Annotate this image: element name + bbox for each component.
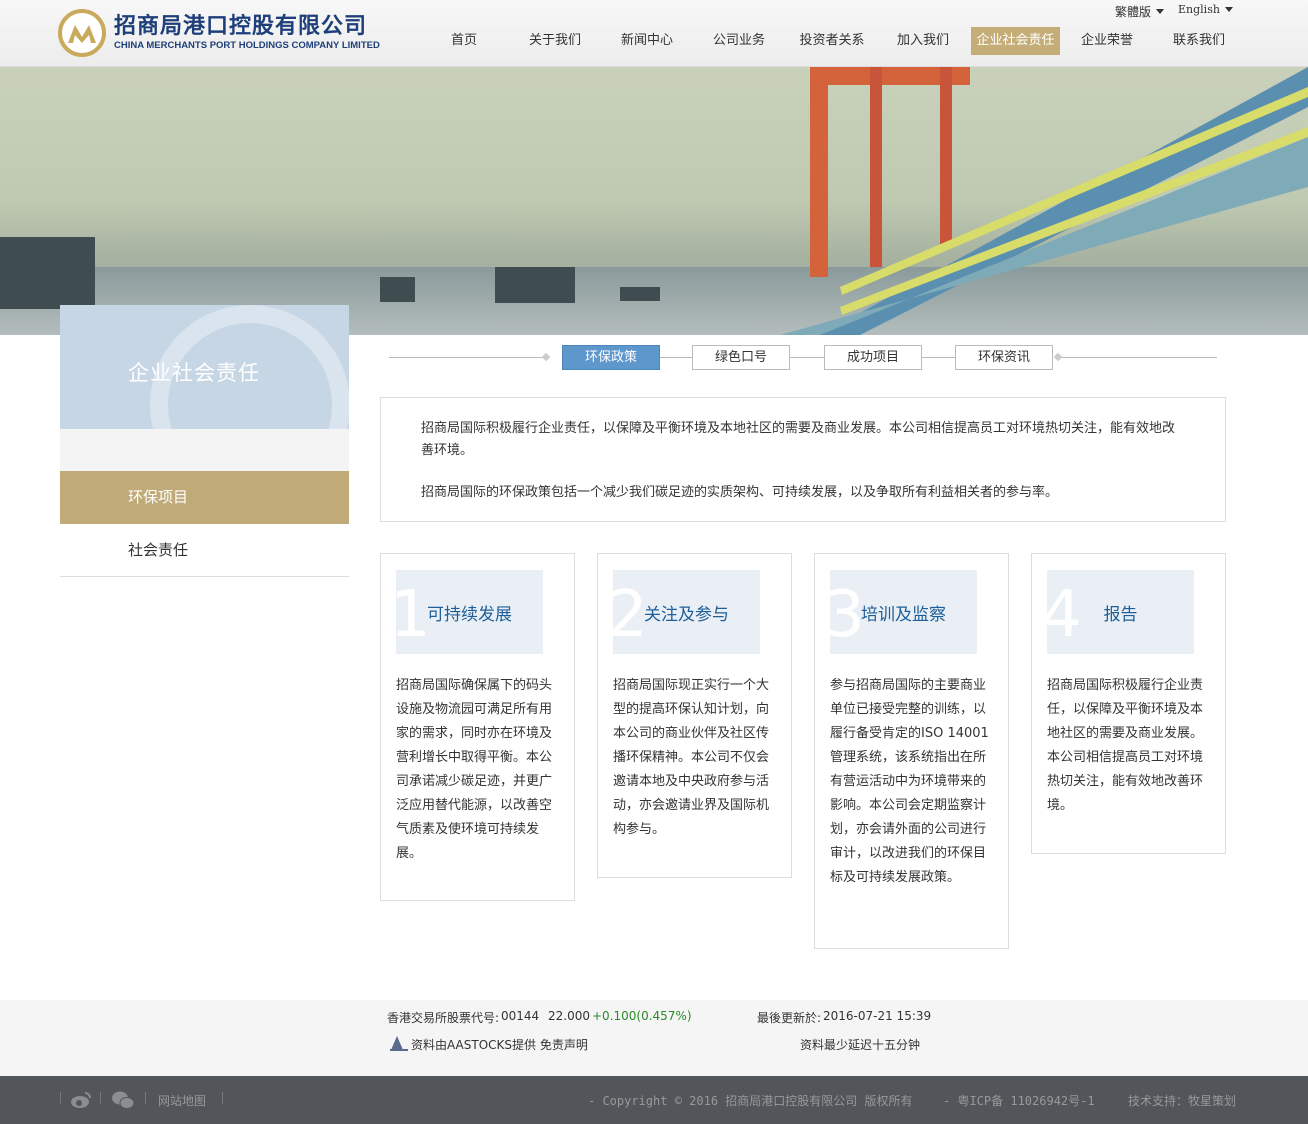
site-header: 招商局港口控股有限公司 CHINA MERCHANTS PORT HOLDING… — [0, 0, 1308, 67]
footer-divider — [60, 1092, 61, 1104]
nav-home[interactable]: 首页 — [436, 27, 492, 55]
card-body: 参与招商局国际的主要商业单位已接受完整的训练，以履行备受肯定的ISO 14001… — [830, 678, 989, 885]
card-training: 3 培训及监察 参与招商局国际的主要商业单位已接受完整的训练，以履行备受肯定的I… — [814, 553, 1009, 949]
lang-traditional-link[interactable]: 繁體版 — [1115, 3, 1165, 20]
nav-news[interactable]: 新闻中心 — [614, 27, 680, 55]
card-header: 4 报告 — [1047, 570, 1194, 654]
tab-divider — [660, 357, 692, 358]
nav-csr[interactable]: 企业社会责任 — [971, 27, 1060, 55]
banner-crane-rail — [780, 67, 1308, 335]
card-sustainability: 1 可持续发展 招商局国际确保属下的码头设施及物流园可满足所有用家的需求，同时亦… — [380, 553, 575, 901]
banner-building — [0, 237, 95, 309]
icp-record[interactable]: - 粤ICP备 11026942号-1 — [943, 1092, 1095, 1109]
stock-updated-time: 2016-07-21 15:39 — [823, 1009, 932, 1023]
tech-support-link[interactable]: 技术支持：牧星策划 — [1128, 1092, 1236, 1109]
stock-code: 00144 — [501, 1009, 540, 1023]
data-delay-note: 资料最少延迟十五分钟 — [800, 1038, 921, 1052]
card-report: 4 报告 招商局国际积极履行企业责任，以保障及平衡环境及本地社区的需要及商业发展… — [1031, 553, 1226, 854]
logo-chinese-name: 招商局港口控股有限公司 — [114, 14, 368, 39]
intro-paragraph: 招商局国际的环保政策包括一个减少我们碳足迹的实质架构、可持续发展，以及争取所有利… — [421, 485, 1059, 500]
nav-business[interactable]: 公司业务 — [706, 27, 772, 55]
card-body: 招商局国际积极履行企业责任，以保障及平衡环境及本地社区的需要及商业发展。本公司相… — [1047, 678, 1204, 813]
tab-success-projects[interactable]: 成功项目 — [824, 345, 922, 370]
wechat-icon[interactable] — [111, 1090, 135, 1110]
card-body: 招商局国际确保属下的码头设施及物流园可满足所有用家的需求，同时亦在环境及营利增长… — [396, 678, 553, 861]
stock-code-label: 香港交易所股票代号: — [387, 1011, 500, 1025]
stock-ticker-bar: 香港交易所股票代号: 00144 22.000 +0.100(0.457%) 最… — [0, 1000, 1308, 1076]
lang-traditional-label: 繁體版 — [1115, 5, 1152, 19]
tab-divider — [921, 357, 955, 358]
tab-green-slogan[interactable]: 绿色口号 — [692, 345, 790, 370]
sidebar-item-social[interactable]: 社会责任 — [60, 524, 349, 577]
lang-english-link[interactable]: English — [1178, 3, 1233, 16]
tab-divider — [1061, 357, 1217, 358]
intro-box: 招商局国际积极履行企业责任，以保障及平衡环境及本地社区的需要及商业发展。本公司相… — [380, 397, 1226, 522]
card-title: 可持续发展 — [427, 605, 512, 625]
card-title: 关注及参与 — [644, 605, 729, 625]
divider-diamond-icon — [541, 352, 551, 362]
banner-building — [620, 287, 660, 301]
tab-env-news[interactable]: 环保资讯 — [955, 345, 1053, 370]
chevron-down-icon — [1156, 9, 1165, 14]
data-source-link[interactable]: 资料由AASTOCKS提供 免责声明 — [411, 1036, 588, 1053]
company-logo[interactable]: 招商局港口控股有限公司 CHINA MERCHANTS PORT HOLDING… — [58, 9, 380, 57]
stock-price: 22.000 — [548, 1009, 590, 1023]
sitemap-link[interactable]: 网站地图 — [158, 1092, 206, 1109]
card-title: 报告 — [1103, 605, 1138, 625]
card-body: 招商局国际现正实行一个大型的提高环保认知计划，向本公司的商业伙伴及社区传播环保精… — [613, 678, 770, 837]
nav-about[interactable]: 关于我们 — [522, 27, 588, 55]
chevron-down-icon — [1224, 7, 1233, 12]
intro-paragraph: 招商局国际积极履行企业责任，以保障及平衡环境及本地社区的需要及商业发展。本公司相… — [421, 421, 1176, 458]
hero-banner — [0, 67, 1308, 335]
stock-change: +0.100(0.457%) — [592, 1009, 692, 1023]
card-header: 2 关注及参与 — [613, 570, 760, 654]
lang-english-label: English — [1178, 3, 1220, 16]
nav-honors[interactable]: 企业荣誉 — [1074, 27, 1140, 55]
tab-env-policy[interactable]: 环保政策 — [562, 345, 660, 370]
tab-divider — [389, 357, 544, 358]
sidebar-item-environment[interactable]: 环保项目 — [60, 471, 349, 524]
sidebar-header: 企业社会责任 — [60, 305, 349, 429]
site-footer: 网站地图 - Copyright © 2016 招商局港口控股有限公司 版权所有… — [0, 1076, 1308, 1124]
logo-english-name: CHINA MERCHANTS PORT HOLDINGS COMPANY LI… — [114, 40, 380, 51]
stock-updated-label: 最後更新於: — [757, 1011, 822, 1025]
nav-contact[interactable]: 联系我们 — [1166, 27, 1232, 55]
aastocks-logo-icon — [390, 1036, 408, 1051]
sidebar-title: 企业社会责任 — [128, 361, 260, 385]
banner-building — [495, 267, 575, 303]
card-title: 培训及监察 — [861, 605, 946, 625]
nav-careers[interactable]: 加入我们 — [890, 27, 956, 55]
sidebar-spacer — [60, 429, 349, 471]
card-header: 3 培训及监察 — [830, 570, 977, 654]
banner-building — [380, 277, 415, 302]
footer-divider — [145, 1092, 146, 1104]
copyright-text: - Copyright © 2016 招商局港口控股有限公司 版权所有 — [588, 1094, 913, 1108]
weibo-icon[interactable] — [70, 1090, 92, 1110]
footer-divider — [222, 1092, 223, 1104]
logo-emblem-icon — [58, 9, 106, 57]
nav-investor[interactable]: 投资者关系 — [794, 27, 870, 55]
footer-divider — [100, 1092, 101, 1104]
card-participation: 2 关注及参与 招商局国际现正实行一个大型的提高环保认知计划，向本公司的商业伙伴… — [597, 553, 792, 878]
tab-divider — [790, 357, 824, 358]
card-header: 1 可持续发展 — [396, 570, 543, 654]
